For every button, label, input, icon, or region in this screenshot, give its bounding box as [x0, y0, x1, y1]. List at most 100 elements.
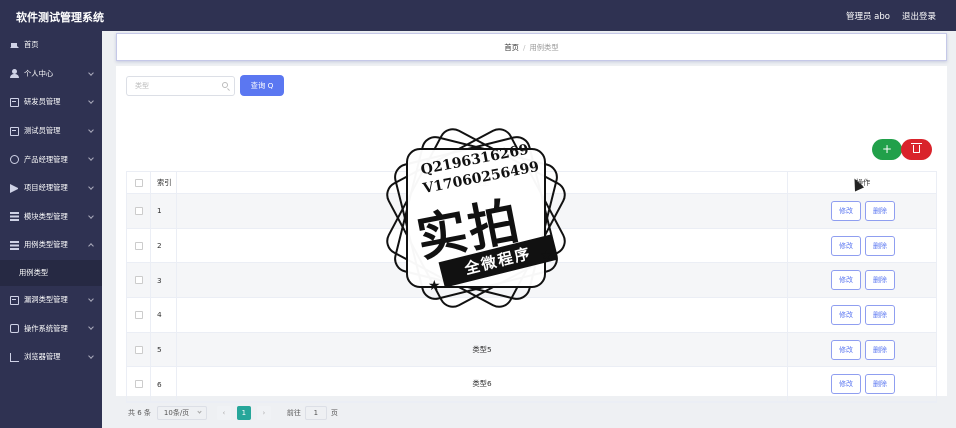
breadcrumb-current: 用例类型 — [529, 43, 559, 52]
breadcrumb-separator: / — [522, 43, 526, 52]
sidebar-item-label: 研发员管理 — [24, 97, 61, 107]
chevron-down-icon — [88, 69, 94, 76]
admin-label: 管理员 abo — [845, 12, 890, 22]
chevron-down-icon — [197, 409, 202, 414]
chevron-down-icon — [88, 126, 94, 133]
row-checkbox[interactable] — [134, 276, 143, 285]
sidebar-item-case-type[interactable]: 用例类型管理 — [0, 231, 102, 260]
chevron-down-icon — [88, 353, 94, 359]
page-number-current[interactable]: 1 — [236, 406, 251, 420]
box-icon — [10, 126, 19, 136]
sidebar-item-bug-type[interactable]: 漏洞类型管理 — [0, 286, 102, 315]
pagination: 共 6 条 10条/页 ‹ 1 › 前往 1 页 — [128, 406, 338, 420]
chart-icon — [10, 352, 19, 362]
delete-button[interactable]: 删除 — [865, 235, 895, 256]
sidebar-item-label: 产品经理管理 — [24, 154, 68, 164]
edit-button[interactable]: 修改 — [831, 235, 861, 256]
sidebar-item-os[interactable]: 操作系统管理 — [0, 314, 102, 343]
row-type — [177, 228, 788, 263]
list-icon — [10, 240, 19, 250]
prev-page-button[interactable]: ‹ — [216, 406, 231, 420]
sidebar-item-label: 测试员管理 — [24, 126, 61, 136]
delete-button[interactable]: 删除 — [865, 374, 895, 395]
page-suffix: 页 — [330, 409, 338, 417]
edit-button[interactable]: 修改 — [831, 200, 861, 221]
table-row: 2 修改 删除 — [127, 228, 936, 264]
edit-button[interactable]: 修改 — [831, 374, 861, 395]
table-row: 5 类型5 修改 删除 — [127, 332, 936, 368]
chevron-down-icon — [88, 98, 94, 105]
sidebar-item-label: 操作系统管理 — [24, 323, 68, 333]
row-type — [177, 298, 788, 332]
delete-button[interactable]: 删除 — [865, 200, 895, 221]
search-icon — [222, 82, 228, 88]
edit-button[interactable]: 修改 — [831, 304, 861, 325]
box-icon — [10, 295, 19, 305]
next-page-button[interactable]: › — [256, 406, 271, 420]
sidebar-item-label: 个人中心 — [24, 68, 54, 78]
query-button[interactable]: 查询 Q — [240, 75, 284, 96]
goto-page-input[interactable]: 1 — [304, 406, 327, 420]
header-type: 类型 — [177, 172, 788, 193]
app-title: 软件测试管理系统 — [16, 11, 104, 24]
row-type — [177, 194, 788, 228]
page-size-value: 10条/页 — [163, 409, 190, 417]
row-checkbox[interactable] — [134, 206, 143, 215]
sidebar-subitem-case-type[interactable]: 用例类型 — [0, 259, 102, 286]
sidebar-item-home[interactable]: 首页 — [0, 31, 102, 60]
user-icon — [10, 69, 19, 79]
delete-button[interactable]: 删除 — [865, 270, 895, 291]
logout-link[interactable]: 退出登录 — [902, 10, 936, 22]
box-icon — [10, 97, 19, 107]
page-size-select[interactable]: 10条/页 — [156, 406, 207, 420]
sidebar-item-product-manager[interactable]: 产品经理管理 — [0, 145, 102, 174]
row-type — [177, 263, 788, 298]
table-header-row: 索引 类型 操作 — [127, 172, 936, 194]
send-icon — [10, 183, 19, 193]
row-checkbox[interactable] — [134, 241, 143, 250]
chevron-up-icon — [88, 243, 94, 249]
row-index: 2 — [151, 228, 177, 263]
row-index: 6 — [151, 367, 177, 402]
content-panel: 类型 查询 Q + 索引 类型 操作 1 修改 删除 2 修改 删除 3 修改 … — [116, 66, 947, 420]
batch-delete-button[interactable] — [901, 139, 932, 160]
sidebar-item-tester[interactable]: 测试员管理 — [0, 117, 102, 146]
add-button[interactable]: + — [872, 139, 902, 160]
sidebar-item-browser[interactable]: 浏览器管理 — [0, 343, 102, 372]
row-checkbox[interactable] — [134, 345, 143, 354]
sidebar-item-personal-center[interactable]: 个人中心 — [0, 60, 102, 89]
edit-button[interactable]: 修改 — [831, 339, 861, 360]
sidebar-item-label: 漏洞类型管理 — [24, 295, 68, 305]
table-row: 4 修改 删除 — [127, 298, 936, 333]
row-checkbox[interactable] — [134, 380, 143, 389]
breadcrumb: 首页 / 用例类型 — [116, 33, 947, 61]
row-type: 类型5 — [177, 332, 788, 367]
chevron-down-icon — [88, 295, 94, 302]
sidebar-item-project-manager[interactable]: 项目经理管理 — [0, 174, 102, 203]
breadcrumb-home[interactable]: 首页 — [504, 43, 519, 52]
select-all-checkbox[interactable] — [134, 178, 143, 187]
data-table: 索引 类型 操作 1 修改 删除 2 修改 删除 3 修改 删除 4 修改 删除… — [126, 171, 937, 404]
header-actions: 操作 — [855, 177, 871, 187]
top-bar: 软件测试管理系统 管理员 abo 退出登录 — [0, 0, 956, 31]
sidebar-item-label: 用例类型管理 — [24, 240, 68, 250]
edit-button[interactable]: 修改 — [831, 270, 861, 291]
table-row: 6 类型6 修改 删除 — [127, 367, 936, 403]
row-index: 1 — [151, 194, 177, 228]
type-search-input[interactable]: 类型 — [126, 76, 235, 96]
sidebar-item-module-type[interactable]: 模块类型管理 — [0, 203, 102, 232]
chevron-down-icon — [88, 155, 94, 162]
delete-button[interactable]: 删除 — [865, 339, 895, 360]
table-row: 3 修改 删除 — [127, 263, 936, 299]
row-index: 4 — [151, 298, 177, 332]
home-icon — [10, 39, 19, 49]
trash-icon — [911, 143, 922, 153]
sidebar-item-label: 首页 — [24, 40, 39, 50]
row-checkbox[interactable] — [134, 310, 143, 319]
sidebar-item-label: 项目经理管理 — [24, 183, 68, 193]
list-icon — [10, 212, 19, 222]
search-placeholder: 类型 — [135, 82, 149, 90]
delete-button[interactable]: 删除 — [865, 304, 895, 325]
chevron-down-icon — [88, 212, 94, 219]
sidebar-item-developer[interactable]: 研发员管理 — [0, 88, 102, 117]
